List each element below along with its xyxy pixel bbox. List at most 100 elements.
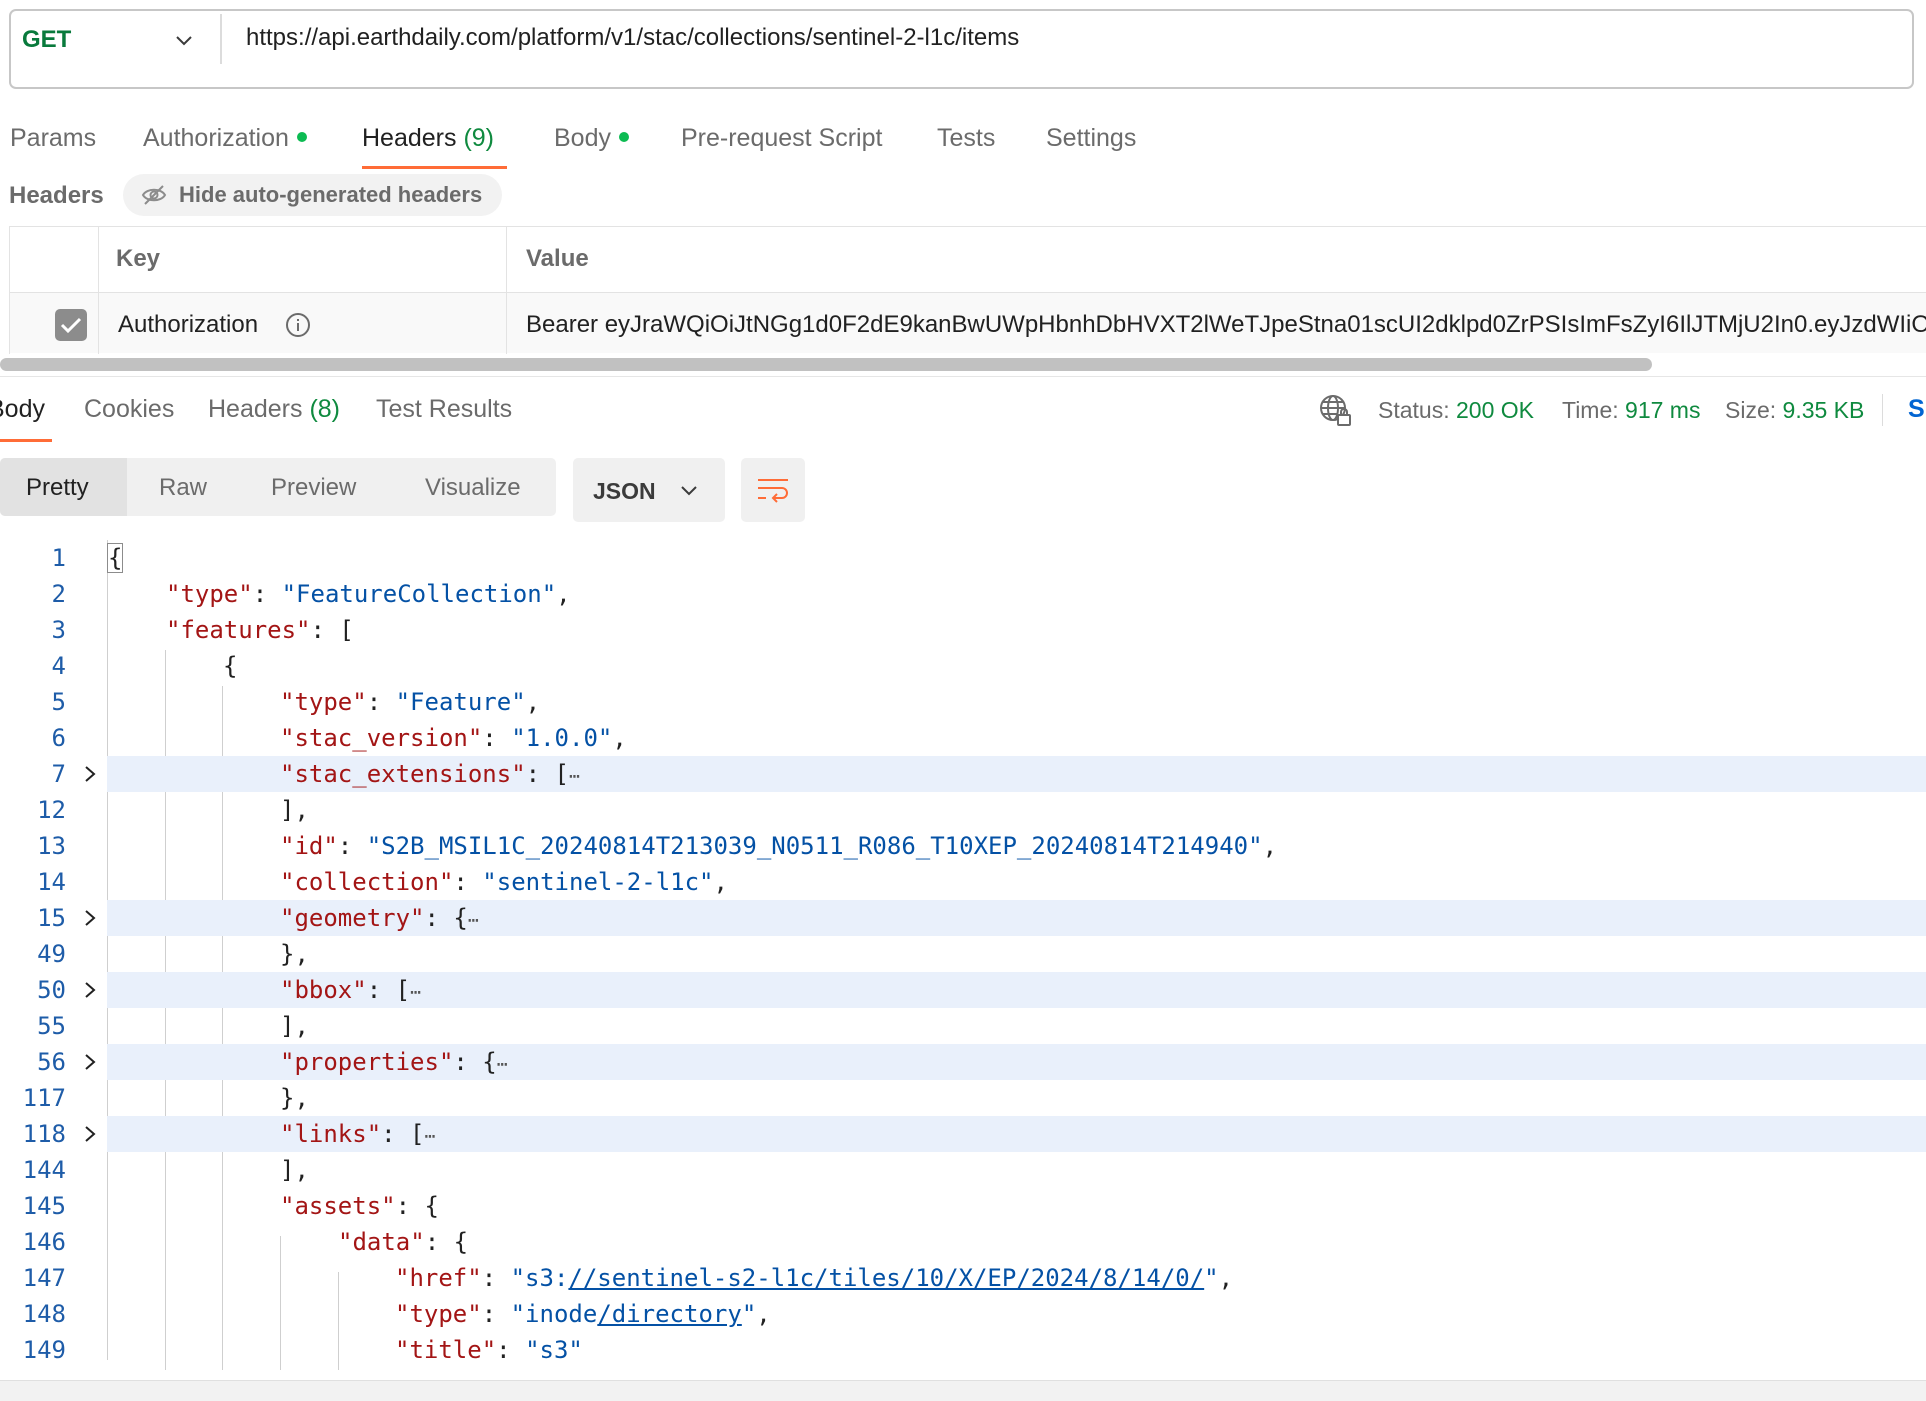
view-mode-visualize[interactable]: Visualize	[425, 474, 521, 502]
ellipsis-icon[interactable]: ⋯	[425, 1126, 436, 1147]
response-body-editor[interactable]: 1 { 2 "type": "FeatureCollection", 3 "fe…	[0, 540, 1926, 1380]
divider	[0, 376, 1926, 377]
tab-response-body[interactable]: Body	[0, 395, 45, 424]
line-number: 145	[22, 1192, 66, 1220]
line-number: 7	[51, 760, 66, 788]
json-string-value: "S2B_MSIL1C_20240814T213039_N0511_R086_T…	[366, 832, 1263, 860]
line-number: 2	[51, 580, 66, 608]
hide-auto-headers-label: Hide auto-generated headers	[179, 182, 483, 207]
json-key: "stac_version"	[280, 724, 483, 752]
col-divider	[506, 226, 507, 354]
json-link[interactable]: /directory	[597, 1300, 742, 1328]
tab-params[interactable]: Params	[10, 124, 96, 153]
json-key: "data"	[338, 1228, 425, 1256]
url-input[interactable]: https://api.earthdaily.com/platform/v1/s…	[246, 24, 1019, 52]
tab-label: Test Results	[376, 395, 513, 423]
json-key: "properties"	[280, 1048, 454, 1076]
chevron-right-icon[interactable]	[80, 1052, 100, 1072]
line-number: 56	[37, 1048, 66, 1076]
chevron-down-icon[interactable]	[170, 26, 198, 54]
json-key: "href"	[395, 1264, 482, 1292]
tab-label: Body	[554, 124, 611, 152]
ellipsis-icon[interactable]: ⋯	[569, 766, 580, 787]
ellipsis-icon[interactable]: ⋯	[497, 1054, 508, 1075]
line-number: 14	[37, 868, 66, 896]
ellipsis-icon[interactable]: ⋯	[410, 982, 421, 1003]
tab-test-results[interactable]: Test Results	[376, 395, 512, 424]
ellipsis-icon[interactable]: ⋯	[468, 910, 479, 931]
globe-lock-icon[interactable]	[1318, 393, 1354, 429]
row-divider	[9, 292, 1926, 293]
code-line-folded: 56 "properties": {⋯	[0, 1044, 1926, 1080]
column-header-key: Key	[116, 245, 161, 272]
line-number: 148	[22, 1300, 66, 1328]
tab-label: Cookies	[84, 395, 175, 423]
json-key: "collection"	[280, 868, 454, 896]
eye-off-icon	[141, 185, 167, 205]
method-select[interactable]: GET	[22, 26, 71, 54]
time-value[interactable]: 917 ms	[1625, 397, 1700, 423]
tab-label: Body	[0, 395, 45, 423]
json-string-value: "1.0.0"	[511, 724, 613, 752]
tab-pre-request-script[interactable]: Pre-request Script	[681, 124, 882, 153]
view-mode-raw[interactable]: Raw	[159, 474, 207, 502]
active-tab-indicator	[0, 439, 52, 442]
col-divider	[98, 226, 99, 354]
view-mode-pretty[interactable]: Pretty	[26, 474, 89, 502]
status-readout: Status: 200 OK	[1378, 397, 1534, 424]
tab-cookies[interactable]: Cookies	[84, 395, 174, 424]
status-dot-icon	[296, 132, 307, 143]
tab-authorization[interactable]: Authorization	[143, 124, 307, 153]
save-response-button[interactable]: S	[1908, 395, 1925, 424]
checkmark-icon	[60, 317, 82, 334]
code-line-folded: 7 "stac_extensions": [⋯	[0, 756, 1926, 792]
chevron-right-icon[interactable]	[80, 1124, 100, 1144]
code-line: 2 "type": "FeatureCollection",	[0, 576, 1926, 612]
json-key: "geometry"	[280, 904, 425, 932]
view-mode-preview[interactable]: Preview	[271, 474, 356, 502]
tab-label: Params	[10, 124, 97, 152]
chevron-right-icon[interactable]	[80, 980, 100, 1000]
size-readout: Size: 9.35 KB	[1725, 397, 1864, 424]
tab-headers[interactable]: Headers (9)	[362, 124, 494, 153]
header-value-cell[interactable]: Bearer eyJraWQiOiJtNGg1d0F2dE9kanBwUWpHb…	[526, 311, 1926, 339]
json-key: "title"	[395, 1336, 497, 1364]
json-key: "assets"	[280, 1192, 396, 1220]
hide-auto-headers-button[interactable]: Hide auto-generated headers	[123, 174, 503, 216]
horizontal-scrollbar[interactable]	[0, 358, 1652, 371]
size-value[interactable]: 9.35 KB	[1783, 397, 1865, 423]
code-line: 3 "features": [	[0, 612, 1926, 648]
code-line: 49 },	[0, 936, 1926, 972]
json-string-value: "s3:	[510, 1264, 569, 1292]
tab-count: (9)	[463, 124, 495, 152]
json-key: "id"	[280, 832, 338, 860]
chevron-right-icon[interactable]	[80, 908, 100, 928]
header-key-cell[interactable]: Authorization	[118, 311, 258, 339]
tab-label: Headers	[208, 395, 303, 423]
line-number: 15	[37, 904, 66, 932]
divider	[220, 14, 222, 64]
tab-response-headers[interactable]: Headers (8)	[208, 395, 340, 424]
code-line: 144 ],	[0, 1152, 1926, 1188]
code-line: 55 ],	[0, 1008, 1926, 1044]
tab-label: Pre-request Script	[681, 124, 883, 152]
code-line: 6 "stac_version": "1.0.0",	[0, 720, 1926, 756]
tab-label: Settings	[1046, 124, 1137, 152]
json-link[interactable]: //sentinel-s2-l1c/tiles/10/X/EP/2024/8/1…	[568, 1264, 1204, 1292]
header-enabled-checkbox[interactable]	[55, 309, 87, 341]
line-number: 117	[22, 1084, 66, 1112]
chevron-right-icon[interactable]	[80, 764, 100, 784]
line-number: 3	[51, 616, 66, 644]
status-bar	[0, 1380, 1926, 1401]
json-string-value: "Feature"	[395, 688, 526, 716]
json-key: "type"	[280, 688, 367, 716]
line-number: 4	[51, 652, 66, 680]
code-line: 149 "title": "s3"	[0, 1332, 1926, 1368]
code-line: 5 "type": "Feature",	[0, 684, 1926, 720]
tab-settings[interactable]: Settings	[1046, 124, 1136, 153]
status-value[interactable]: 200 OK	[1456, 397, 1534, 423]
info-icon[interactable]	[285, 312, 311, 338]
line-number: 5	[51, 688, 66, 716]
tab-body[interactable]: Body	[554, 124, 629, 153]
tab-tests[interactable]: Tests	[937, 124, 995, 153]
